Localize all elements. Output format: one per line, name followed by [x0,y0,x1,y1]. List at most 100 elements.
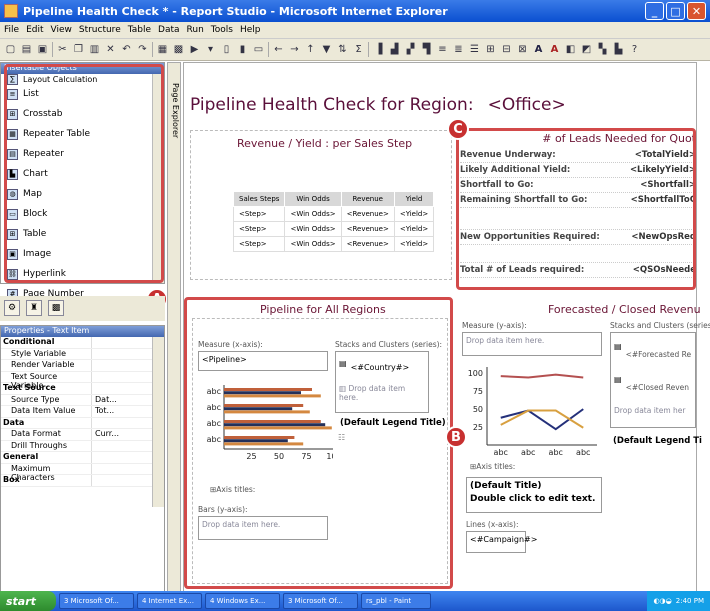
menu-data[interactable]: Data [158,25,180,35]
line-tick-label: 75 [473,387,483,396]
taskbar: start 3 Microsoft Of... 4 Internet Ex...… [0,591,710,611]
sort-icon[interactable]: ⇅ [336,43,349,56]
col-sales-steps: Sales Steps [232,191,286,207]
prop-row[interactable]: Render Variable [1,360,164,372]
task-microsoft-office[interactable]: 3 Microsoft Of... [59,593,134,609]
forecast-series-dropzone[interactable]: ▤ <#Forecasted Re ▤ <#Closed Reven Drop da… [610,332,696,428]
col-yield: Yield [393,191,435,207]
forward-icon[interactable]: → [288,43,301,56]
prop-row[interactable]: Box [1,475,164,487]
delete-icon[interactable]: ✕ [104,43,117,56]
line-tick-label: 25 [473,423,483,432]
save-icon[interactable]: ▣ [36,43,49,56]
line-category-label: abc [549,448,563,457]
page-icon[interactable]: ▯ [220,43,233,56]
page-explorer-tab[interactable]: Page Explorer [167,62,181,597]
pivot-icon[interactable]: ▞ [404,43,417,56]
start-button[interactable]: start [0,591,56,611]
menu-structure[interactable]: Structure [79,25,121,35]
back-icon[interactable]: ← [272,43,285,56]
col-revenue: Revenue [340,191,395,207]
prop-row[interactable]: Data Format Curr... [1,429,164,441]
menu-help[interactable]: Help [240,25,261,35]
copy-icon[interactable]: ❐ [72,43,85,56]
filter-icon[interactable]: ▼ [320,43,333,56]
highlight-a [4,64,164,283]
task-microsoft-office-2[interactable]: 3 Microsoft Of... [283,593,358,609]
undo-icon[interactable]: ↶ [120,43,133,56]
window-titlebar: Pipeline Health Check * - Report Studio … [0,0,710,22]
default-title: (Default Title) [470,481,542,491]
tree-tab-icon[interactable]: ♜ [26,300,42,316]
prop-row[interactable]: Data [1,417,164,429]
forecast-title: Forecasted / Closed Revenu [548,303,701,316]
menu-tools[interactable]: Tools [211,25,233,35]
forecast-measure-label: Measure (y-axis): [462,321,527,330]
image-icon[interactable]: ▙ [612,43,625,56]
toolbox-tab-icon[interactable]: ▩ [48,300,64,316]
style-icon[interactable]: ◩ [580,43,593,56]
split-icon[interactable]: ⊠ [516,43,529,56]
border-icon[interactable]: ⊞ [484,43,497,56]
table-row: <Step> <Win Odds> <Revenue> <Yield> [232,221,435,237]
tray-icons[interactable]: ◐◑◒ [653,597,671,605]
chart-icon[interactable]: ▚ [596,43,609,56]
prop-row[interactable]: Drill Throughs [1,440,164,452]
properties-scrollbar[interactable] [152,337,164,507]
dropdown-icon[interactable]: ▾ [204,43,217,56]
open-icon[interactable]: ▤ [20,43,33,56]
insertable-objects-tab-icon[interactable]: ⚙ [4,300,20,316]
menu-file[interactable]: File [4,25,19,35]
task-windows-explorer[interactable]: 4 Windows Ex... [205,593,280,609]
layout-icon[interactable]: ▭ [252,43,265,56]
redo-icon[interactable]: ↷ [136,43,149,56]
menu-edit[interactable]: Edit [26,25,43,35]
align-center-icon[interactable]: ≣ [452,43,465,56]
forecast-title-block[interactable]: (Default Title) Double click to edit tex… [466,477,602,513]
align-left-icon[interactable]: ≡ [436,43,449,56]
table-row: <Step> <Win Odds> <Revenue> <Yield> [232,236,435,252]
toolbar: ▢ ▤ ▣ ✂ ❐ ▥ ✕ ↶ ↷ ▦ ▩ ▶ ▾ ▯ ▮ ▭ ← → ↑ ▼ … [0,39,710,61]
office-placeholder[interactable]: <Office> [488,95,566,115]
report-title: Pipeline Health Check for Region: <Office… [190,95,566,115]
revenue-table[interactable]: Sales Steps Win Odds Revenue Yield <Step> <W… [232,191,435,252]
prop-row[interactable]: Maximum Characters [1,463,164,482]
font-icon[interactable]: A [532,43,545,56]
prop-row[interactable]: General [1,452,164,464]
up-icon[interactable]: ↑ [304,43,317,56]
minimize-button[interactable]: _ [645,2,664,20]
group-icon[interactable]: ▐ [372,43,385,56]
menu-view[interactable]: View [51,25,72,35]
maximize-button[interactable]: □ [666,2,685,20]
frame-icon[interactable]: ▜ [420,43,433,56]
help-icon[interactable]: ? [628,43,641,56]
task-internet-explorer[interactable]: 4 Internet Ex... [137,593,202,609]
prop-row[interactable]: Text Source [1,383,164,395]
background-icon[interactable]: ◧ [564,43,577,56]
prop-row[interactable]: Text Source Variable [1,371,164,390]
prop-row[interactable]: Style Variable [1,348,164,360]
new-icon[interactable]: ▢ [4,43,17,56]
prop-row[interactable]: Conditional [1,337,164,349]
forecast-measure-dropzone[interactable]: Drop data item here. [462,332,602,356]
font-color-icon[interactable]: A [548,43,561,56]
forecast-lines-dropzone[interactable]: <#Campaign#> [466,531,537,553]
xml-icon[interactable]: ▩ [172,43,185,56]
forecast-legend-title[interactable]: (Default Legend Ti [613,436,702,446]
merge-icon[interactable]: ⊟ [500,43,513,56]
run-icon[interactable]: ▶ [188,43,201,56]
align-right-icon[interactable]: ☰ [468,43,481,56]
paste-icon[interactable]: ▥ [88,43,101,56]
close-button[interactable]: ✕ [687,2,706,20]
cut-icon[interactable]: ✂ [56,43,69,56]
lock-icon[interactable]: ▮ [236,43,249,56]
view-icon[interactable]: ▦ [156,43,169,56]
prop-row[interactable]: Source Type Dat... [1,394,164,406]
prop-row[interactable]: Data Item Value Tot... [1,406,164,418]
menu-table[interactable]: Table [128,25,151,35]
menu-run[interactable]: Run [187,25,204,35]
sum-icon[interactable]: Σ [352,43,365,56]
forecast-axis-titles[interactable]: ⊞Axis titles: [470,462,515,471]
task-paint[interactable]: rs_pbl - Paint [361,593,431,609]
section-icon[interactable]: ▟ [388,43,401,56]
